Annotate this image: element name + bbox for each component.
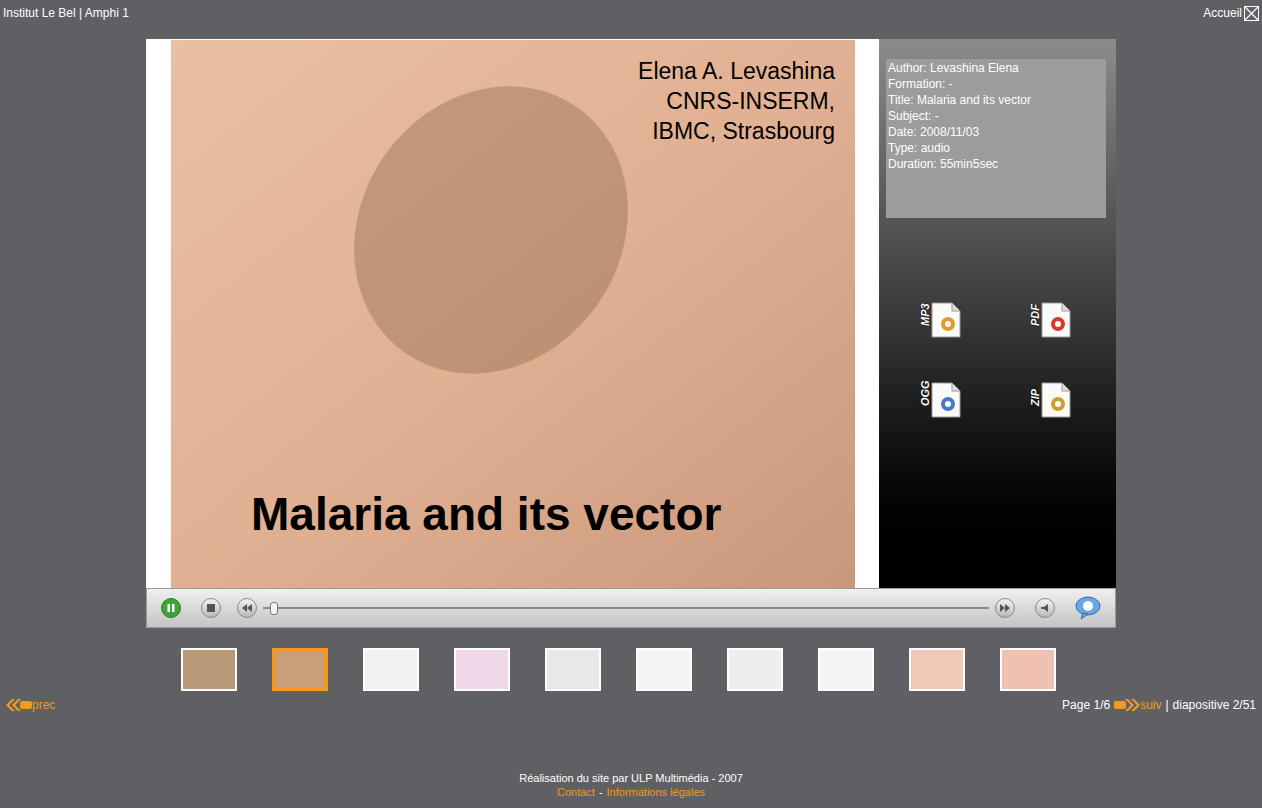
footer: Réalisation du site par ULP Multimédia -… <box>0 771 1262 799</box>
forward-icon <box>1000 604 1010 612</box>
thumbnail-strip <box>0 648 1262 691</box>
control-bar <box>146 588 1116 628</box>
side-panel: Author: Levashina ElenaFormation: -Title… <box>879 39 1116 588</box>
info-line: Type: audio <box>888 140 1104 156</box>
info-box: Author: Levashina ElenaFormation: -Title… <box>886 59 1106 218</box>
info-line: Subject: - <box>888 108 1104 124</box>
player: Elena A. LevashinaCNRS-INSERM,IBMC, Stra… <box>146 39 1116 628</box>
download-label: MP3 <box>919 314 931 326</box>
thumbnail[interactable] <box>636 648 692 691</box>
slide-author-line: Elena A. Levashina <box>638 56 835 86</box>
file-icon <box>1041 382 1071 418</box>
forward-button[interactable] <box>995 598 1015 618</box>
stop-button[interactable] <box>201 598 221 618</box>
nav-row: prec Page 1/6 suiv | diapositive 2/51 <box>0 698 1262 712</box>
site-title: Institut Le Bel | Amphi 1 <box>3 4 129 22</box>
thumbnail[interactable] <box>181 648 237 691</box>
footer-separator: - <box>599 785 603 799</box>
slide: Elena A. LevashinaCNRS-INSERM,IBMC, Stra… <box>171 40 855 588</box>
slide-author-line: CNRS-INSERM, <box>666 86 835 116</box>
page-indicator: Page 1/6 <box>1062 698 1110 712</box>
prev-arrow-icon <box>6 699 32 711</box>
volume-button[interactable] <box>1035 598 1055 618</box>
thumbnail[interactable] <box>545 648 601 691</box>
download-button[interactable]: ZIP <box>995 382 1105 418</box>
next-arrow-icon <box>1114 699 1140 711</box>
pause-icon <box>166 603 176 613</box>
file-icon <box>931 302 961 338</box>
top-bar: Institut Le Bel | Amphi 1 Accueil <box>0 0 1262 39</box>
thumbnail[interactable] <box>454 648 510 691</box>
file-icon <box>931 382 961 418</box>
slide-title: Malaria and its vector <box>171 488 855 588</box>
download-label: ZIP <box>1029 394 1041 406</box>
download-button[interactable]: PDF <box>995 302 1105 338</box>
slide-counter: diapositive 2/51 <box>1173 698 1256 712</box>
thumbnail[interactable] <box>727 648 783 691</box>
thumbnail[interactable] <box>272 648 328 691</box>
file-icon <box>1041 302 1071 338</box>
seek-slider[interactable] <box>263 601 989 615</box>
rewind-button[interactable] <box>237 598 257 618</box>
thumbnail[interactable] <box>1000 648 1056 691</box>
downloads: MP3 PDF OGG ZIP <box>885 302 1116 418</box>
info-line: Date: 2008/11/03 <box>888 124 1104 140</box>
rewind-icon <box>242 604 252 612</box>
slide-author: Elena A. LevashinaCNRS-INSERM,IBMC, Stra… <box>171 40 855 146</box>
legal-link[interactable]: Informations légales <box>607 785 705 799</box>
home-link[interactable]: Accueil <box>1203 4 1259 22</box>
download-label: PDF <box>1029 314 1041 326</box>
download-label: OGG <box>919 394 931 406</box>
download-button[interactable]: OGG <box>885 382 995 418</box>
slide-author-line: IBMC, Strasbourg <box>652 116 835 146</box>
thumbnail[interactable] <box>818 648 874 691</box>
prev-link[interactable]: prec <box>6 698 55 712</box>
info-line: Author: Levashina Elena <box>888 60 1104 76</box>
info-line: Formation: - <box>888 76 1104 92</box>
slide-frame: Elena A. LevashinaCNRS-INSERM,IBMC, Stra… <box>146 39 879 588</box>
player-main: Elena A. LevashinaCNRS-INSERM,IBMC, Stra… <box>146 39 1116 588</box>
seek-knob[interactable] <box>270 602 278 615</box>
page: Institut Le Bel | Amphi 1 Accueil Elena A.… <box>0 0 1262 808</box>
thumbnail[interactable] <box>909 648 965 691</box>
next-link[interactable]: suiv <box>1114 698 1161 712</box>
speaker-icon <box>1041 604 1049 612</box>
info-line: Title: Malaria and its vector <box>888 92 1104 108</box>
footer-credit: Réalisation du site par ULP Multimédia -… <box>519 771 743 785</box>
download-button[interactable]: MP3 <box>885 302 995 338</box>
stop-icon <box>207 604 215 612</box>
chat-icon[interactable] <box>1075 596 1101 620</box>
play-pause-button[interactable] <box>161 598 181 618</box>
thumbnail[interactable] <box>363 648 419 691</box>
info-line: Duration: 55min5sec <box>888 156 1104 172</box>
contact-link[interactable]: Contact <box>557 785 595 799</box>
close-icon <box>1244 6 1259 21</box>
nav-separator: | <box>1165 698 1168 712</box>
